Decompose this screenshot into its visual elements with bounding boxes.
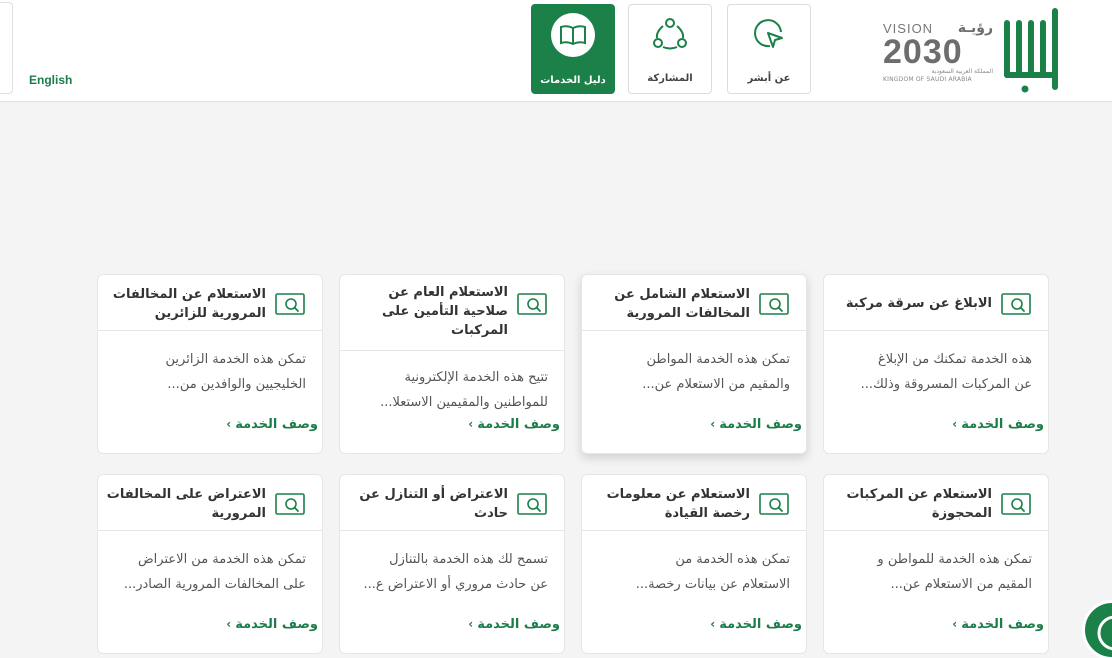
nav-label: دليل الخدمات: [540, 75, 606, 86]
card-description: تمكن هذه الخدمة للمواطن و المقيم من الاست…: [877, 552, 1032, 592]
card-title: الاستعلام الشامل عن المخالفات المرورية: [614, 287, 750, 321]
search-document-icon: [517, 293, 547, 315]
search-document-icon: [1001, 493, 1031, 515]
card-header: الابلاغ عن سرقة مركبة: [824, 275, 1048, 331]
nav-participation[interactable]: المشاركة: [628, 4, 712, 94]
card-title: الاستعلام عن المخالفات المرورية للزائرين: [112, 287, 266, 321]
card-header: الاستعلام عن المركبات المحجوزة: [824, 475, 1048, 531]
card-header: الاعتراض أو التنازل عن حادث: [340, 475, 564, 531]
chevron-left-icon: ›: [952, 617, 958, 631]
service-card[interactable]: الاستعلام عن المركبات المحجوزة تمكن هذه ا…: [823, 474, 1049, 654]
card-description: تسمح لك هذه الخدمة بالتنازل عن حادث مروري…: [363, 552, 548, 592]
chevron-left-icon: ›: [226, 617, 232, 631]
card-title: الاستعلام عن معلومات رخصة القيادة: [606, 487, 750, 521]
card-header: الاعتراض على المخالفات المرورية: [98, 475, 322, 531]
card-description: تمكن هذه الخدمة من الاستعلام عن بيانات رخ…: [635, 552, 790, 592]
card-header: الاستعلام العام عن صلاحية التأمين على ال…: [340, 275, 564, 351]
book-icon: [551, 13, 595, 57]
service-description-link[interactable]: وصف الخدمة›: [226, 617, 318, 632]
card-description: هذه الخدمة تمكنك من الإبلاغ عن المركبات ا…: [860, 352, 1032, 392]
site-header: English دليل الخدمات المشاركة عن أبشر VI…: [0, 0, 1112, 102]
card-title: الاعتراض على المخالفات المرورية: [106, 487, 266, 521]
share-icon: [649, 13, 691, 55]
cursor-icon: [748, 13, 790, 55]
chevron-left-icon: ›: [468, 417, 474, 431]
whatsapp-chat-icon[interactable]: [1082, 600, 1112, 658]
card-header: الاستعلام الشامل عن المخالفات المرورية: [582, 275, 806, 331]
card-header: الاستعلام عن معلومات رخصة القيادة: [582, 475, 806, 531]
chevron-left-icon: ›: [468, 617, 474, 631]
service-card[interactable]: الابلاغ عن سرقة مركبة هذه الخدمة تمكنك من…: [823, 274, 1049, 454]
service-description-link[interactable]: وصف الخدمة›: [468, 417, 560, 432]
nav-label: المشاركة: [647, 73, 693, 84]
service-description-link[interactable]: وصف الخدمة›: [710, 617, 802, 632]
search-document-icon: [1001, 293, 1031, 315]
card-title: الاستعلام العام عن صلاحية التأمين على ال…: [382, 285, 508, 338]
nav-label: عن أبشر: [747, 73, 791, 84]
service-card[interactable]: الاستعلام عن معلومات رخصة القيادة تمكن هذ…: [581, 474, 807, 654]
card-description: تمكن هذه الخدمة المواطن والمقيم من الاستع…: [642, 352, 790, 392]
card-description: تمكن هذه الخدمة الزائرين الخليجيين والواف…: [165, 352, 306, 392]
search-document-icon: [759, 293, 789, 315]
service-description-link[interactable]: وصف الخدمة›: [952, 617, 1044, 632]
chevron-left-icon: ›: [226, 417, 232, 431]
service-card[interactable]: الاعتراض على المخالفات المرورية تمكن هذه …: [97, 474, 323, 654]
header-left-panel: [0, 2, 13, 94]
nav-about-absher[interactable]: عن أبشر: [727, 4, 811, 94]
service-card[interactable]: الاستعلام عن المخالفات المرورية للزائرين…: [97, 274, 323, 454]
card-title: الاستعلام عن المركبات المحجوزة: [846, 487, 992, 521]
absher-logo: [1002, 6, 1062, 96]
language-switch-link[interactable]: English: [29, 73, 72, 87]
card-description: تتيح هذه الخدمة الإلكترونية للمواطنين وال…: [380, 370, 548, 410]
nav-services-guide[interactable]: دليل الخدمات: [531, 4, 615, 94]
service-description-link[interactable]: وصف الخدمة›: [468, 617, 560, 632]
chevron-left-icon: ›: [710, 417, 716, 431]
search-document-icon: [759, 493, 789, 515]
service-card[interactable]: الاستعلام الشامل عن المخالفات المرورية تم…: [581, 274, 807, 454]
service-card[interactable]: الاستعلام العام عن صلاحية التأمين على ال…: [339, 274, 565, 454]
search-document-icon: [517, 493, 547, 515]
chevron-left-icon: ›: [710, 617, 716, 631]
service-description-link[interactable]: وصف الخدمة›: [710, 417, 802, 432]
search-document-icon: [275, 493, 305, 515]
service-card[interactable]: الاعتراض أو التنازل عن حادث تسمح لك هذه ا…: [339, 474, 565, 654]
card-title: الابلاغ عن سرقة مركبة: [845, 296, 992, 311]
service-description-link[interactable]: وصف الخدمة›: [952, 417, 1044, 432]
chevron-left-icon: ›: [952, 417, 958, 431]
card-header: الاستعلام عن المخالفات المرورية للزائرين: [98, 275, 322, 331]
service-description-link[interactable]: وصف الخدمة›: [226, 417, 318, 432]
card-title: الاعتراض أو التنازل عن حادث: [359, 487, 508, 521]
vision-2030-logo: VISION رؤيـة 2030 المملكة العربية السعود…: [883, 20, 993, 83]
card-description: تمكن هذه الخدمة من الاعتراض على المخالفات…: [123, 552, 306, 592]
search-document-icon: [275, 293, 305, 315]
